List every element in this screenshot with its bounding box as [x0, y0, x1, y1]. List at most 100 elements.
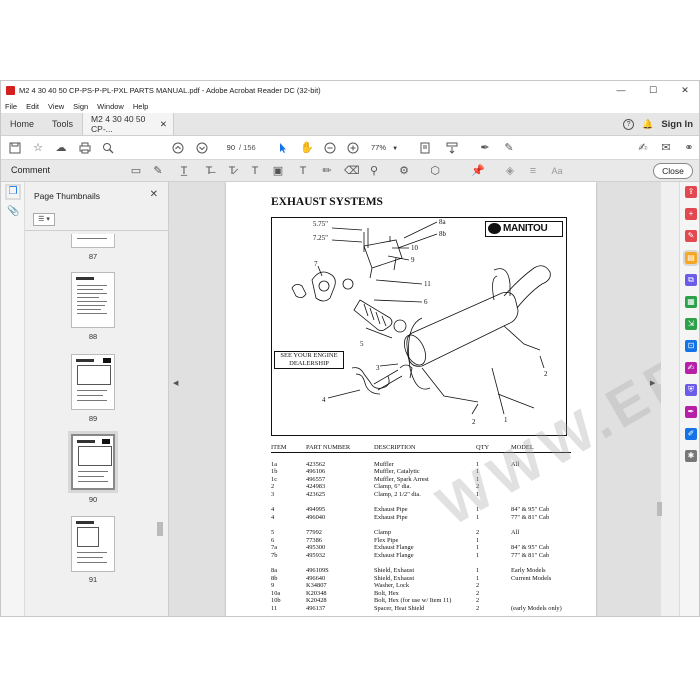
zoom-in-icon[interactable] [347, 142, 359, 154]
hand-tool-icon[interactable]: ✋ [300, 142, 314, 154]
collapse-left-panel-icon[interactable]: ◀ [173, 379, 178, 387]
close-window-button[interactable]: ✕ [669, 81, 699, 99]
menu-file[interactable]: File [5, 102, 17, 111]
close-panel-icon[interactable]: ✕ [150, 189, 158, 200]
underline-text-icon[interactable]: T̲ [178, 165, 190, 177]
fill-sign-tool-icon[interactable]: ✍ [685, 362, 697, 374]
fill-color-icon[interactable]: ◈ [504, 165, 516, 177]
edit-pen-icon[interactable]: ✍ [637, 142, 649, 154]
panel-separator [25, 230, 169, 231]
document-viewport[interactable]: EXHAUST SYSTEMS 5.75" 7.25" 8a 8b 10 9 1… [169, 182, 661, 616]
save-icon[interactable] [9, 142, 21, 154]
cell-model: 84" & 95" Cab [511, 506, 550, 514]
sign-pen-icon[interactable]: ✒ [479, 142, 491, 154]
replace-text-icon[interactable]: T̷ [226, 165, 238, 177]
strikethrough-text-icon[interactable]: T̶ [203, 165, 215, 177]
combine-files-tool-icon[interactable]: ⧉ [685, 274, 697, 286]
menu-window[interactable]: Window [97, 102, 124, 111]
tab-tools[interactable]: Tools [43, 113, 82, 135]
help-icon[interactable]: ? [623, 118, 635, 130]
pin-icon[interactable]: 📌 [471, 165, 485, 177]
protect-tool-icon[interactable]: ⛨ [685, 384, 697, 396]
zoom-out-icon[interactable] [324, 142, 336, 154]
page-thumbnails-icon[interactable]: ❐ [5, 184, 21, 200]
stamp-icon[interactable]: ⚲ [368, 165, 380, 177]
thumb-line [77, 552, 107, 553]
callout-11: 11 [424, 280, 431, 288]
font-size-icon[interactable]: Aa [551, 165, 563, 177]
cloud-upload-icon[interactable]: ☁ [55, 142, 67, 154]
attach-file-icon[interactable]: ⚙ [398, 165, 410, 177]
thumbnail-page-88[interactable] [71, 272, 115, 328]
callout-8a: 8a [439, 218, 447, 226]
search-zoom-icon[interactable] [102, 142, 114, 154]
highlight-tool-icon[interactable]: ✎ [503, 142, 515, 154]
edit-pdf-tool-icon[interactable]: ✎ [685, 230, 697, 242]
sticky-note-icon[interactable]: ▭ [130, 165, 142, 177]
cell-model: Early Models [511, 566, 546, 574]
tab-document[interactable]: M2 4 30 40 50 CP-... ✕ [82, 113, 175, 135]
menu-view[interactable]: View [48, 102, 64, 111]
current-page-input[interactable]: 90 [221, 142, 235, 154]
callout-8b: 8b [439, 230, 447, 238]
create-pdf-tool-icon[interactable]: + [685, 208, 697, 220]
thumbnail-page-91[interactable] [71, 516, 115, 572]
sign-in-button[interactable]: Sign In [661, 119, 693, 130]
thumbnail-page-90-selected[interactable] [71, 434, 115, 490]
cell-part-number: K34807 [306, 582, 327, 590]
menu-sign[interactable]: Sign [73, 102, 88, 111]
callout-6: 6 [424, 298, 428, 306]
select-cursor-icon[interactable] [277, 142, 289, 154]
document-scroll-knob[interactable] [657, 502, 662, 516]
title-bar: M2 4 30 40 50 CP-PS-P-PL-PXL PARTS MANUA… [1, 81, 699, 99]
table-row: 5 77992 Clamp 2 All [271, 529, 571, 537]
line-weight-icon[interactable]: ≡ [527, 165, 539, 177]
thumbnail-options-menu[interactable]: ☰ ▾ [33, 213, 55, 226]
next-page-icon[interactable] [196, 142, 208, 154]
thumbnail-scrollbar[interactable] [157, 237, 163, 607]
thumbnail-page-89[interactable] [71, 354, 115, 410]
print-icon[interactable] [79, 142, 91, 154]
tab-close-icon[interactable]: ✕ [160, 119, 167, 130]
compress-tool-icon[interactable]: ⇲ [685, 318, 697, 330]
cell-qty: 1 [476, 574, 480, 582]
text-box-icon[interactable]: ▣ [272, 165, 284, 177]
scroll-mode-icon[interactable] [446, 142, 458, 154]
table-row: 9 K34807 Washer, Lock 2 [271, 582, 571, 590]
menu-help[interactable]: Help [133, 102, 148, 111]
minimize-button[interactable]: — [605, 81, 637, 99]
close-comment-button[interactable]: Close [653, 163, 693, 179]
thumbnail-label-90: 90 [88, 495, 98, 504]
scan-ocr-tool-icon[interactable]: ⊡ [685, 340, 697, 352]
previous-page-icon[interactable] [172, 142, 184, 154]
cell-part-number: 496106 [306, 468, 326, 476]
prepare-form-tool-icon[interactable]: ✐ [685, 428, 697, 440]
cell-part-number: 424983 [306, 483, 326, 491]
bookmark-star-icon[interactable]: ☆ [32, 142, 44, 154]
document-scrollbar[interactable] [655, 182, 663, 616]
share-icon[interactable]: ⚭ [683, 142, 695, 154]
thumbnail-scroll-knob[interactable] [157, 522, 163, 536]
menu-edit[interactable]: Edit [26, 102, 39, 111]
export-pdf-tool-icon[interactable]: ⇪ [685, 186, 697, 198]
pencil-highlight-icon[interactable]: ✎ [152, 165, 164, 177]
zoom-level-select[interactable]: 77% ▼ [371, 142, 405, 154]
eraser-icon[interactable]: ⌫ [344, 165, 360, 177]
text-comment-icon[interactable]: T [297, 165, 309, 177]
draw-pencil-icon[interactable]: ✏ [321, 165, 333, 177]
comment-tool-icon[interactable]: ▤ [683, 250, 699, 266]
maximize-button[interactable]: ☐ [637, 81, 669, 99]
tab-home[interactable]: Home [1, 113, 43, 135]
attachments-paperclip-icon[interactable]: 📎 [7, 206, 19, 218]
more-tools-icon[interactable]: ✱ [685, 450, 697, 462]
insert-text-icon[interactable]: T [249, 165, 261, 177]
organize-pages-tool-icon[interactable]: ▦ [685, 296, 697, 308]
thumbnail-page-87[interactable] [71, 234, 115, 248]
notifications-bell-icon[interactable]: 🔔 [642, 119, 653, 130]
fit-page-icon[interactable] [419, 142, 431, 154]
table-row: 8b 496640 Shield, Exhaust 1 Current Models [271, 575, 571, 583]
email-icon[interactable]: ✉ [660, 142, 672, 154]
shapes-tool-icon[interactable]: ⬡ [429, 165, 441, 177]
comment-toolbar-label: Comment [11, 165, 51, 175]
send-for-signature-tool-icon[interactable]: ✒ [685, 406, 697, 418]
